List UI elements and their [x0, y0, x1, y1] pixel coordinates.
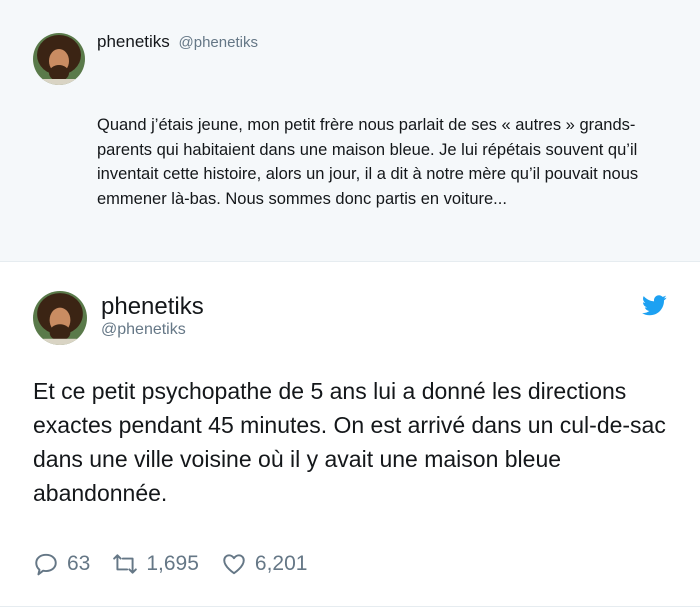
like-button[interactable]: 6,201 — [221, 551, 308, 577]
author-name[interactable]: phenetiks — [97, 32, 170, 51]
quoted-tweet-text: Quand j’étais jeune, mon petit frère nou… — [97, 116, 639, 208]
twitter-bird-icon[interactable] — [642, 295, 667, 316]
heart-icon — [223, 554, 245, 575]
author-handle[interactable]: @phenetiks — [179, 34, 258, 51]
retweet-button[interactable]: 1,695 — [112, 551, 199, 577]
retweet-count: 1,695 — [146, 552, 199, 575]
retweet-icon — [113, 554, 138, 574]
author-handle[interactable]: @phenetiks — [101, 321, 186, 339]
reply-icon — [35, 553, 57, 576]
quoted-tweet-card[interactable]: phenetiks @phenetiks Quand j’étais jeune… — [0, 0, 700, 262]
quoted-tweet-header: phenetiks @phenetiks — [97, 32, 258, 52]
avatar-image — [33, 291, 87, 345]
like-count: 6,201 — [254, 552, 308, 575]
tweet-actions: 63 1,695 6,201 — [33, 549, 329, 579]
tweet-card: phenetiks @phenetiks Et ce petit psychop… — [0, 262, 700, 607]
reply-count: 63 — [67, 552, 91, 575]
avatar[interactable] — [33, 33, 85, 85]
avatar-image — [33, 33, 85, 85]
author-name[interactable]: phenetiks — [101, 293, 204, 321]
tweet-text: Et ce petit psychopathe de 5 ans lui a d… — [33, 378, 666, 506]
reply-button[interactable]: 63 — [33, 551, 90, 577]
avatar[interactable] — [33, 291, 87, 345]
